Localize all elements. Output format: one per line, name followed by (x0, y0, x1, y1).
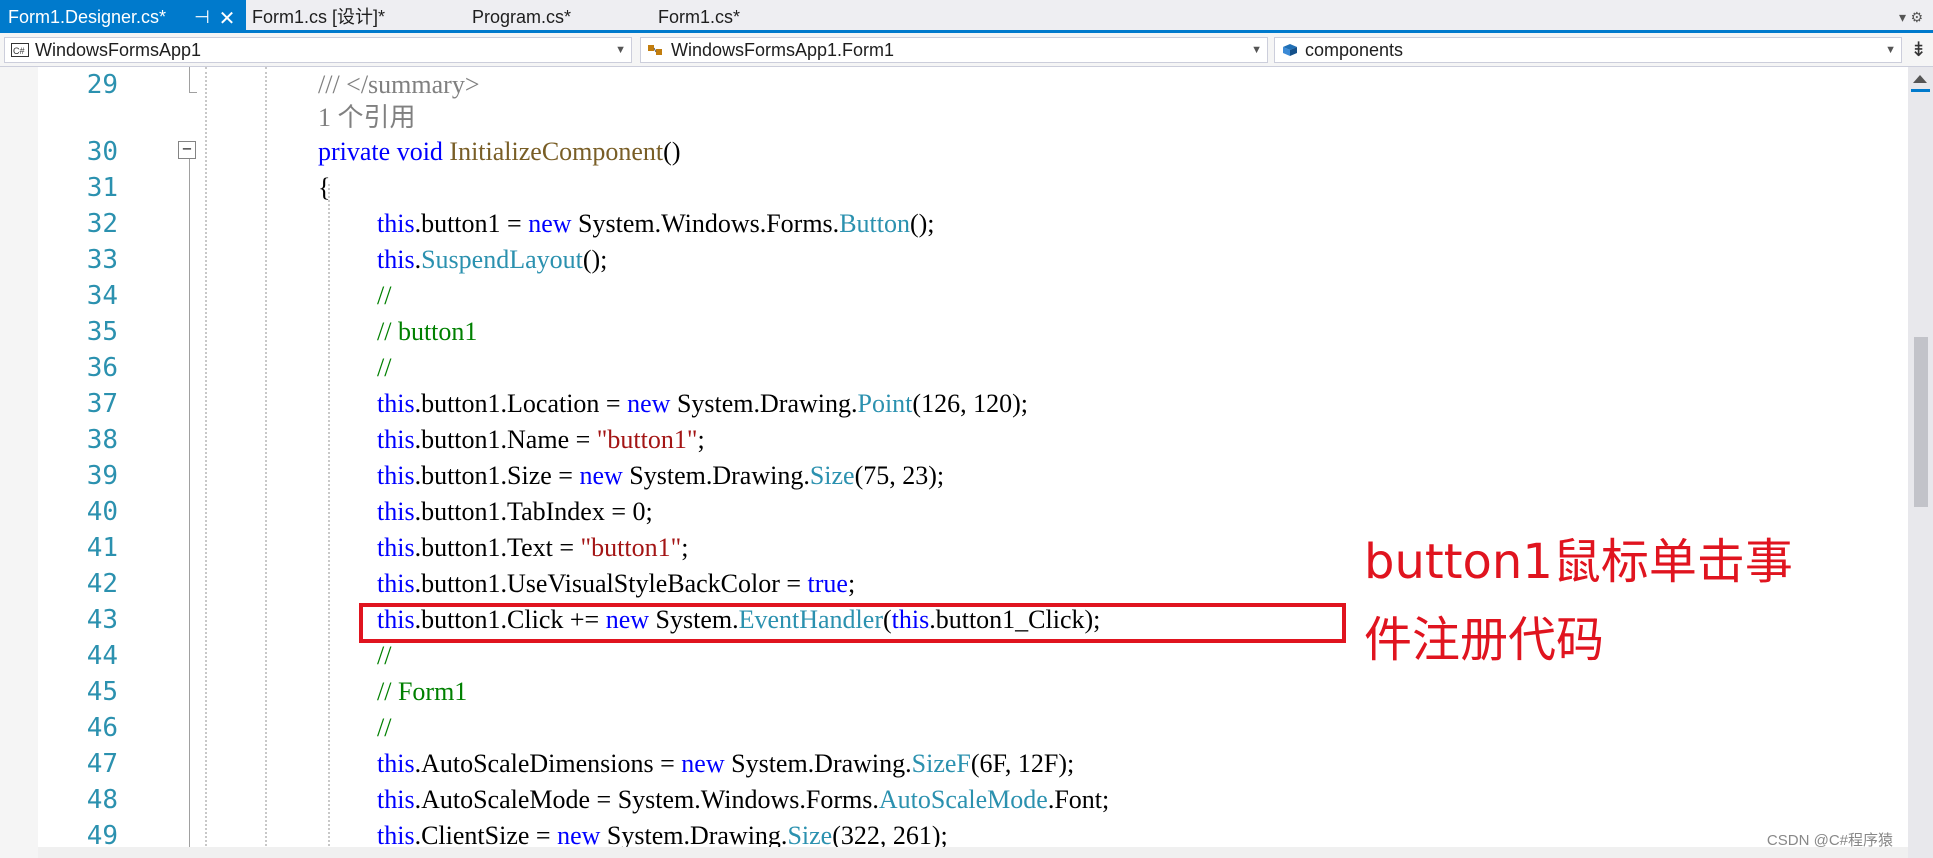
code-line: 31 { (0, 170, 1908, 206)
code-line: 38 this.button1.Name = "button1"; (0, 422, 1908, 458)
line-number: 43 (86, 605, 118, 635)
close-icon[interactable]: ✕ (216, 0, 238, 36)
code-line: 34 // (0, 278, 1908, 314)
codelens-line: 1 个引用 (0, 100, 1908, 136)
line-number: 46 (86, 713, 118, 743)
annotation-line-2: 件注册代码 (1364, 612, 1605, 668)
line-number: 48 (86, 785, 118, 815)
tab-form1-design[interactable]: Form1.cs [设计]* (252, 0, 385, 30)
code-line: 46 // (0, 710, 1908, 746)
tab-label: Form1.cs [设计]* (252, 7, 386, 27)
code-text: this.AutoScaleMode = System.Windows.Form… (377, 785, 1110, 814)
code-text: // (377, 353, 392, 382)
code-text: this.button1.TabIndex = 0; (377, 497, 653, 526)
code-editor[interactable]: − 29 /// </summary> 1 个引用 30 private voi… (0, 67, 1908, 858)
annotation-line-1: button1鼠标单击事 (1364, 534, 1793, 590)
csharp-project-icon: C# (11, 43, 29, 57)
tab-label: Form1.cs* (658, 7, 741, 27)
line-number: 47 (86, 749, 118, 779)
tab-label: Program.cs* (472, 7, 572, 27)
code-line: 37 this.button1.Location = new System.Dr… (0, 386, 1908, 422)
tab-program[interactable]: Program.cs* (472, 0, 571, 30)
line-number: 37 (86, 389, 118, 419)
code-text: // Form1 (377, 677, 468, 706)
line-number: 33 (86, 245, 118, 275)
pin-icon[interactable]: ⊣ (192, 0, 212, 36)
code-line: 44 // (0, 638, 1908, 674)
code-line: 29 /// </summary> (0, 67, 1908, 103)
class-dropdown[interactable]: WindowsFormsApp1.Form1 ▼ (640, 37, 1268, 63)
code-text: /// </summary> (318, 70, 480, 99)
code-text: private void InitializeComponent() (318, 137, 681, 166)
code-text: this.button1 = new System.Windows.Forms.… (377, 209, 935, 238)
chevron-down-icon[interactable]: ▾ (1899, 10, 1906, 26)
code-line: 45 // Form1 (0, 674, 1908, 710)
code-text: // (377, 281, 392, 310)
line-number: 38 (86, 425, 118, 455)
class-icon (648, 45, 662, 55)
code-line: 47 this.AutoScaleDimensions = new System… (0, 746, 1908, 782)
field-icon (1283, 44, 1297, 56)
code-text: this.button1.UseVisualStyleBackColor = t… (377, 569, 856, 598)
horizontal-scrollbar[interactable] (38, 847, 1908, 858)
line-number: 35 (86, 317, 118, 347)
vertical-scrollbar[interactable] (1908, 67, 1933, 858)
line-number: 31 (86, 173, 118, 203)
line-number: 45 (86, 677, 118, 707)
project-dropdown[interactable]: C# WindowsFormsApp1 ▼ (4, 37, 632, 63)
code-text: this.button1.Location = new System.Drawi… (377, 389, 1028, 418)
code-line: 30 private void InitializeComponent() (0, 134, 1908, 170)
chevron-down-icon: ▼ (1885, 44, 1896, 56)
line-number: 32 (86, 209, 118, 239)
code-line: 32 this.button1 = new System.Windows.For… (0, 206, 1908, 242)
scroll-up-icon[interactable] (1913, 75, 1927, 83)
document-tab-bar: Form1.Designer.cs* ⊣ ✕ Form1.cs [设计]* Pr… (0, 0, 1933, 33)
line-number: 29 (86, 70, 118, 100)
code-text: this.SuspendLayout(); (377, 245, 608, 274)
line-number: 40 (86, 497, 118, 527)
code-line: 33 this.SuspendLayout(); (0, 242, 1908, 278)
code-text: // button1 (377, 317, 478, 346)
code-text: this.AutoScaleDimensions = new System.Dr… (377, 749, 1075, 778)
code-text: this.button1.Name = "button1"; (377, 425, 705, 454)
class-name: WindowsFormsApp1.Form1 (671, 40, 895, 60)
watermark: CSDN @C#程序猿 (1766, 832, 1893, 849)
scroll-thumb[interactable] (1914, 337, 1928, 507)
line-number: 34 (86, 281, 118, 311)
line-number: 30 (86, 137, 118, 167)
code-text: // (377, 713, 392, 742)
gear-icon[interactable]: ⚙ (1910, 10, 1923, 26)
code-line: 36 // (0, 350, 1908, 386)
line-number: 39 (86, 461, 118, 491)
line-number: 36 (86, 353, 118, 383)
line-number: 42 (86, 569, 118, 599)
code-text: // (377, 641, 392, 670)
code-text: this.button1.Size = new System.Drawing.S… (377, 461, 945, 490)
tab-label: Form1.Designer.cs* (8, 7, 167, 27)
tab-form1[interactable]: Form1.cs* (658, 0, 740, 30)
codelens-references[interactable]: 1 个引用 (318, 100, 416, 136)
code-line: 48 this.AutoScaleMode = System.Windows.F… (0, 782, 1908, 818)
code-line: 35 // button1 (0, 314, 1908, 350)
code-text: { (318, 173, 331, 202)
code-text: this.button1.Text = "button1"; (377, 533, 689, 562)
navigation-bar: C# WindowsFormsApp1 ▼ WindowsFormsApp1.F… (0, 33, 1933, 67)
line-number: 44 (86, 641, 118, 671)
chevron-down-icon: ▼ (1251, 44, 1262, 56)
tab-overflow[interactable]: ▾ ⚙ (1899, 0, 1923, 36)
highlight-rectangle (359, 603, 1346, 643)
scroll-position-marker (1911, 89, 1930, 92)
split-window-icon[interactable]: ⇟ (1910, 39, 1927, 59)
svg-text:C#: C# (13, 46, 25, 56)
member-dropdown[interactable]: components ▼ (1274, 37, 1902, 63)
project-name: WindowsFormsApp1 (35, 40, 202, 60)
chevron-down-icon: ▼ (615, 44, 626, 56)
member-name: components (1305, 40, 1404, 60)
code-line: 39 this.button1.Size = new System.Drawin… (0, 458, 1908, 494)
line-number: 41 (86, 533, 118, 563)
